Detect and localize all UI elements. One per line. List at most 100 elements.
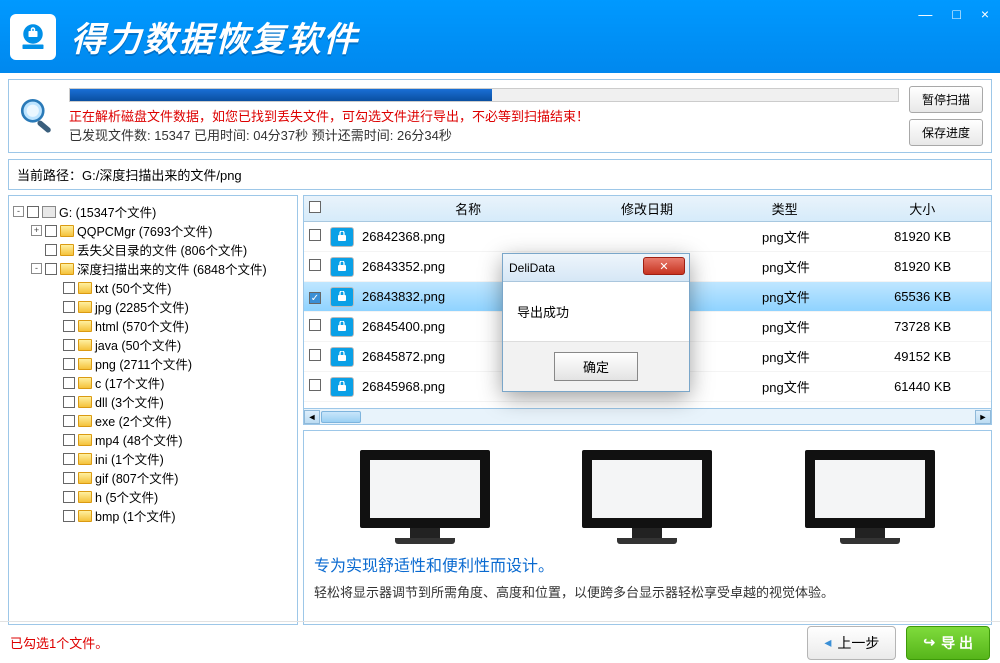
tree-root[interactable]: - G: (15347个文件) xyxy=(13,202,293,221)
horizontal-scrollbar[interactable]: ◄ ► xyxy=(304,408,991,424)
col-name[interactable]: 名称 xyxy=(358,199,578,218)
tree-checkbox[interactable] xyxy=(63,491,75,503)
tree-item[interactable]: html (570个文件) xyxy=(13,316,293,335)
close-button[interactable]: × xyxy=(976,4,994,24)
tree-item[interactable]: + QQPCMgr (7693个文件) xyxy=(13,221,293,240)
tree-item[interactable]: jpg (2285个文件) xyxy=(13,297,293,316)
dialog-ok-button[interactable]: 确定 xyxy=(554,352,638,381)
file-type: png文件 xyxy=(718,287,855,306)
tree-item-label: png (2711个文件) xyxy=(95,354,192,373)
tree-checkbox[interactable] xyxy=(63,510,75,522)
tree-item[interactable]: - 深度扫描出来的文件 (6848个文件) xyxy=(13,259,293,278)
preview-desc: 轻松将显示器调节到所需角度、高度和位置，以便跨多台显示器轻松享受卓越的视觉体验。 xyxy=(314,582,981,601)
tree-item-label: jpg (2285个文件) xyxy=(95,297,189,316)
tree-item[interactable]: txt (50个文件) xyxy=(13,278,293,297)
folder-icon xyxy=(78,453,92,465)
file-checkbox[interactable]: ✓ xyxy=(309,292,321,304)
tree-expand-icon[interactable]: - xyxy=(31,263,42,274)
app-title: 得力数据恢复软件 xyxy=(71,12,359,61)
preview-pane: 专为实现舒适性和便利性而设计。 轻松将显示器调节到所需角度、高度和位置，以便跨多… xyxy=(303,430,992,625)
col-type[interactable]: 类型 xyxy=(716,199,854,218)
tree-item[interactable]: c (17个文件) xyxy=(13,373,293,392)
tree-checkbox[interactable] xyxy=(63,301,75,313)
scroll-thumb[interactable] xyxy=(321,411,361,423)
tree-item[interactable]: mp4 (48个文件) xyxy=(13,430,293,449)
tree-item-label: txt (50个文件) xyxy=(95,278,171,297)
file-type-icon xyxy=(330,347,354,367)
tree-item[interactable]: png (2711个文件) xyxy=(13,354,293,373)
file-size: 49152 KB xyxy=(854,349,991,364)
tree-expand-icon xyxy=(49,434,60,445)
tree-checkbox[interactable] xyxy=(63,358,75,370)
scroll-right-arrow[interactable]: ► xyxy=(975,410,991,424)
prev-step-button[interactable]: ◂上一步 xyxy=(807,626,896,660)
folder-icon xyxy=(78,377,92,389)
scroll-left-arrow[interactable]: ◄ xyxy=(304,410,320,424)
tree-item[interactable]: exe (2个文件) xyxy=(13,411,293,430)
tree-item-label: mp4 (48个文件) xyxy=(95,430,183,449)
tree-checkbox[interactable] xyxy=(63,339,75,351)
tree-expand-icon xyxy=(49,377,60,388)
file-checkbox[interactable] xyxy=(309,379,321,391)
tree-item[interactable]: 丢失父目录的文件 (806个文件) xyxy=(13,240,293,259)
col-size[interactable]: 大小 xyxy=(853,199,991,218)
tree-item[interactable]: java (50个文件) xyxy=(13,335,293,354)
tree-checkbox[interactable] xyxy=(63,434,75,446)
folder-tree[interactable]: - G: (15347个文件) + QQPCMgr (7693个文件)丢失父目录的… xyxy=(8,195,298,625)
maximize-button[interactable]: □ xyxy=(947,4,965,24)
save-progress-button[interactable]: 保存进度 xyxy=(909,119,983,146)
tree-item-label: html (570个文件) xyxy=(95,316,189,335)
tree-expand-icon xyxy=(49,453,60,464)
tree-item-label: exe (2个文件) xyxy=(95,411,171,430)
file-checkbox[interactable] xyxy=(309,229,321,241)
magnifier-icon xyxy=(17,95,59,137)
file-checkbox[interactable] xyxy=(309,319,321,331)
folder-icon xyxy=(60,244,74,256)
file-checkbox[interactable] xyxy=(309,259,321,271)
tree-expand-icon[interactable]: + xyxy=(31,225,42,236)
tree-item[interactable]: ini (1个文件) xyxy=(13,449,293,468)
select-all-checkbox[interactable] xyxy=(309,201,321,213)
tree-expand-icon xyxy=(49,320,60,331)
footer: 已勾选1个文件。 ◂上一步 ↪导 出 xyxy=(0,621,1000,663)
tree-checkbox[interactable] xyxy=(63,453,75,465)
pause-scan-button[interactable]: 暂停扫描 xyxy=(909,86,983,113)
tree-expand-icon xyxy=(49,472,60,483)
tree-checkbox[interactable] xyxy=(63,396,75,408)
tree-item-label: 深度扫描出来的文件 (6848个文件) xyxy=(77,259,267,278)
export-success-dialog: DeliData ✕ 导出成功 确定 xyxy=(503,254,689,391)
tree-checkbox[interactable] xyxy=(63,472,75,484)
tree-checkbox[interactable] xyxy=(63,415,75,427)
tree-item-label: dll (3个文件) xyxy=(95,392,164,411)
tree-item[interactable]: bmp (1个文件) xyxy=(13,506,293,525)
folder-icon xyxy=(78,472,92,484)
tree-item-label: c (17个文件) xyxy=(95,373,164,392)
file-name: 26842368.png xyxy=(358,229,581,244)
file-type: png文件 xyxy=(718,377,855,396)
tree-checkbox[interactable] xyxy=(45,244,57,256)
tree-checkbox[interactable] xyxy=(63,377,75,389)
file-type: png文件 xyxy=(718,317,855,336)
dialog-close-button[interactable]: ✕ xyxy=(643,257,685,275)
tree-item-label: java (50个文件) xyxy=(95,335,181,354)
file-type-icon xyxy=(330,377,354,397)
tree-checkbox[interactable] xyxy=(45,225,57,237)
file-type: png文件 xyxy=(718,257,855,276)
folder-icon xyxy=(78,434,92,446)
tree-item[interactable]: h (5个文件) xyxy=(13,487,293,506)
file-row[interactable]: 26842368.pngpng文件81920 KB xyxy=(304,222,991,252)
tree-expand-icon xyxy=(49,396,60,407)
file-checkbox[interactable] xyxy=(309,349,321,361)
minimize-button[interactable]: — xyxy=(913,4,937,24)
tree-checkbox[interactable] xyxy=(45,263,57,275)
tree-expand-icon xyxy=(49,339,60,350)
folder-icon xyxy=(78,510,92,522)
tree-item[interactable]: gif (807个文件) xyxy=(13,468,293,487)
col-date[interactable]: 修改日期 xyxy=(578,199,716,218)
dialog-titlebar[interactable]: DeliData ✕ xyxy=(503,254,689,282)
tree-item-label: QQPCMgr (7693个文件) xyxy=(77,221,212,240)
tree-checkbox[interactable] xyxy=(63,282,75,294)
tree-item[interactable]: dll (3个文件) xyxy=(13,392,293,411)
export-button[interactable]: ↪导 出 xyxy=(906,626,990,660)
tree-checkbox[interactable] xyxy=(63,320,75,332)
